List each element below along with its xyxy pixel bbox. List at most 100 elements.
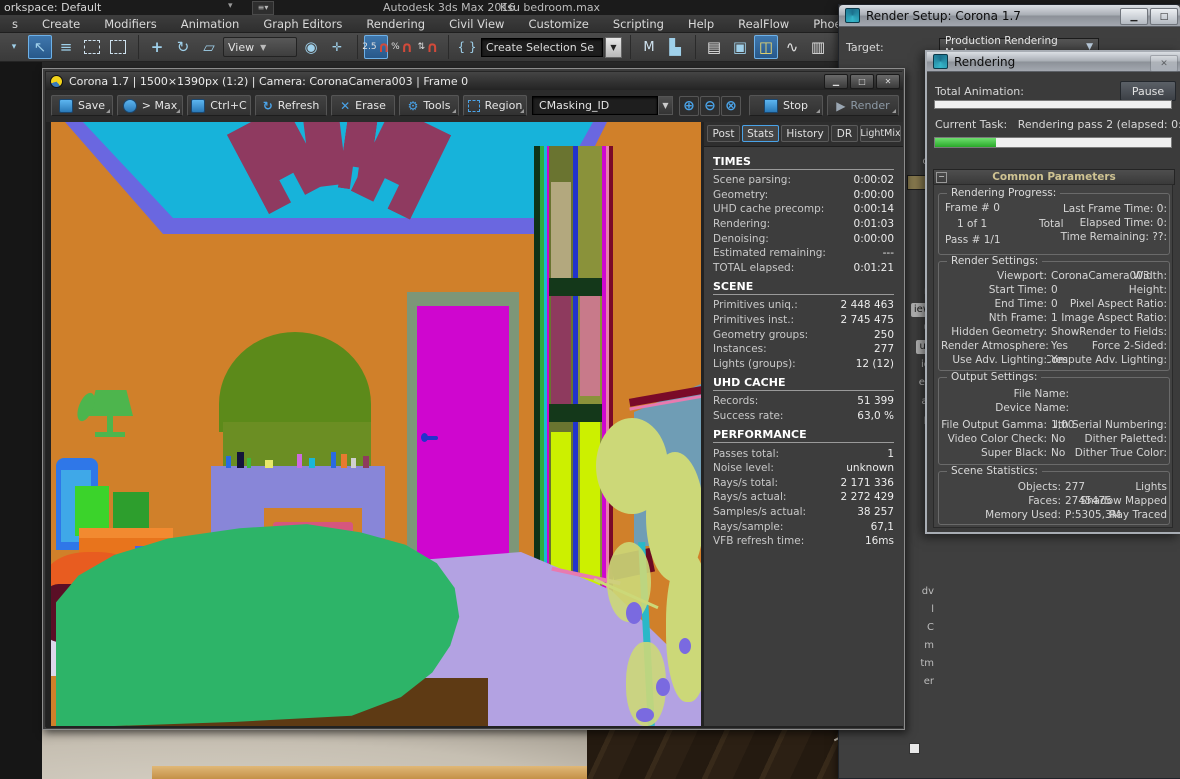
- region-button[interactable]: Region: [463, 95, 527, 116]
- select-manipulate-icon[interactable]: ✛: [325, 35, 349, 59]
- render-element-dropdown[interactable]: CMasking_ID: [532, 96, 658, 115]
- select-move-icon[interactable]: +: [145, 35, 169, 59]
- pause-button[interactable]: Pause: [1120, 81, 1176, 101]
- schematic-view-icon[interactable]: ▥: [806, 35, 830, 59]
- render-decor-item: [237, 452, 244, 468]
- menu-item[interactable]: Create: [30, 17, 92, 31]
- close-icon[interactable]: ✕: [876, 74, 900, 89]
- snap-value: 2.5: [362, 42, 377, 52]
- total-animation-label: Total Animation:: [935, 85, 1024, 98]
- rendering-titlebar[interactable]: Rendering ✕: [927, 52, 1180, 72]
- workspace-selector[interactable]: orkspace: Default: [4, 1, 101, 14]
- tab-lightmix[interactable]: LightMix: [860, 125, 901, 142]
- stat-row: UHD cache precomp: 0:00:14: [713, 202, 894, 217]
- select-rotate-icon[interactable]: ↻: [171, 35, 195, 59]
- render-plant-flower: [626, 602, 642, 624]
- select-scale-icon[interactable]: ▱: [197, 35, 221, 59]
- erase-button[interactable]: ✕ Erase: [331, 95, 395, 116]
- select-object-icon[interactable]: ↖: [28, 35, 52, 59]
- use-center-icon[interactable]: ◉: [299, 35, 323, 59]
- window-crossing-icon[interactable]: [106, 35, 130, 59]
- maximize-icon[interactable]: □: [850, 74, 874, 89]
- minimize-icon[interactable]: ▁: [1120, 8, 1148, 25]
- checkbox-fragment[interactable]: [909, 743, 920, 754]
- stat-value: 0:01:03: [853, 218, 894, 231]
- pass-number: Pass # 1/1: [945, 234, 1001, 246]
- layer-manager-icon[interactable]: ▤: [702, 35, 726, 59]
- ui-fragment: er: [923, 676, 934, 687]
- render-setup-titlebar[interactable]: Render Setup: Corona 1.7 ▁ □: [839, 5, 1180, 27]
- scene-explorer-icon[interactable]: ◫: [754, 35, 778, 59]
- output-setting: Dither Paletted:: [1084, 433, 1167, 445]
- zoom-out-icon[interactable]: ⊖: [700, 96, 720, 116]
- window-buttons: ✕: [1150, 55, 1178, 72]
- mirror-icon[interactable]: M: [637, 35, 661, 59]
- rendering-progress-group: Rendering Progress: Frame # 0 1 of 1 Tot…: [938, 187, 1170, 255]
- close-icon[interactable]: ✕: [1150, 55, 1178, 72]
- menu-item[interactable]: Customize: [516, 17, 600, 31]
- tab-dr[interactable]: DR: [831, 125, 858, 142]
- common-parameters-rollout[interactable]: − Common Parameters: [933, 169, 1175, 185]
- tab-history[interactable]: History: [781, 125, 829, 142]
- menu-item[interactable]: s: [0, 17, 30, 31]
- render-element-arrow-icon[interactable]: ▼: [658, 96, 673, 115]
- scene-rows: Primitives uniq.: 2 448 463 Primitives ins…: [713, 298, 894, 371]
- spinner-snap-icon[interactable]: ⇅ ∩: [416, 35, 440, 59]
- graphite-ribbon-icon[interactable]: ▣: [728, 35, 752, 59]
- output-top-rows: File Name: Device Name:: [941, 387, 1073, 415]
- render-setting: Pixel Aspect Ratio:: [1069, 298, 1167, 310]
- rectangular-selection-icon[interactable]: [80, 35, 104, 59]
- uhd-rows: Records: 51 399 Success rate: 63,0 %: [713, 394, 894, 423]
- render-image[interactable]: [51, 122, 701, 726]
- named-selection-sets-icon[interactable]: { }: [455, 35, 479, 59]
- current-task-value: Rendering pass 2 (elapsed: 0:01:21): [1017, 118, 1180, 131]
- flyout-arrow-icon[interactable]: ▾: [2, 35, 26, 59]
- menu-item[interactable]: Help: [676, 17, 726, 31]
- render-settings-group: Render Settings: Viewport: CoronaCamera00…: [938, 255, 1170, 371]
- stat-label: Viewport:: [997, 270, 1047, 282]
- scene-stat: Lights: [1135, 481, 1167, 493]
- menu-item[interactable]: Rendering: [354, 17, 437, 31]
- selection-set-arrow-icon[interactable]: ▼: [605, 36, 622, 58]
- zoom-in-icon[interactable]: ⊕: [679, 96, 699, 116]
- progress-stat: Elapsed Time: 0:: [1079, 217, 1167, 229]
- maximize-icon[interactable]: □: [1150, 8, 1178, 25]
- render-decor-item: [331, 452, 336, 468]
- snap-toggle-icon[interactable]: 2.5 ∩: [362, 35, 390, 59]
- selection-set-dropdown[interactable]: Create Selection Se: [481, 37, 603, 57]
- toolbar-separator: [689, 35, 696, 59]
- menu-item[interactable]: Civil View: [437, 17, 516, 31]
- save-button[interactable]: Save: [51, 95, 113, 116]
- dialog-edge-fragments: dv l Cm tm er: [906, 583, 934, 691]
- menu-item[interactable]: Scripting: [601, 17, 676, 31]
- menu-item[interactable]: Graph Editors: [251, 17, 354, 31]
- select-by-name-icon[interactable]: ≡: [54, 35, 78, 59]
- stat-value: unknown: [846, 462, 894, 475]
- file-title: Ksu bedroom.max: [500, 1, 601, 14]
- curve-editor-icon[interactable]: ∿: [780, 35, 804, 59]
- render-button[interactable]: ▶ Render: [827, 95, 899, 116]
- align-icon[interactable]: ▙: [663, 35, 687, 59]
- stop-button[interactable]: Stop: [749, 95, 823, 116]
- menu-item[interactable]: Animation: [169, 17, 252, 31]
- reference-coordinate-dropdown[interactable]: View ▼: [223, 37, 297, 57]
- target-label: Target:: [846, 41, 884, 54]
- viewport-bottom[interactable]: [42, 722, 905, 779]
- menu-item[interactable]: Modifiers: [92, 17, 169, 31]
- minimize-icon[interactable]: ▁: [824, 74, 848, 89]
- to-max-button[interactable]: > Max: [117, 95, 183, 116]
- collapse-icon[interactable]: −: [936, 172, 947, 183]
- tab-stats[interactable]: Stats: [742, 125, 779, 142]
- copy-button[interactable]: Ctrl+C: [187, 95, 251, 116]
- stat-value: 51 399: [857, 395, 894, 408]
- workspace-dropdown-arrow-icon[interactable]: ▾: [228, 1, 233, 11]
- workspace-menu-icon[interactable]: ≡▾: [252, 1, 274, 15]
- refresh-button[interactable]: ↻ Refresh: [255, 95, 327, 116]
- tab-post[interactable]: Post: [707, 125, 740, 142]
- zoom-reset-icon[interactable]: ⊗: [721, 96, 741, 116]
- vfb-titlebar[interactable]: Corona 1.7 | 1500×1390px (1:2) | Camera:…: [46, 72, 903, 90]
- menu-item[interactable]: RealFlow: [726, 17, 801, 31]
- stat-value: 2 745 475: [840, 314, 894, 327]
- angle-snap-icon[interactable]: % ∩: [390, 35, 414, 59]
- tools-button[interactable]: ⚙ Tools: [399, 95, 459, 116]
